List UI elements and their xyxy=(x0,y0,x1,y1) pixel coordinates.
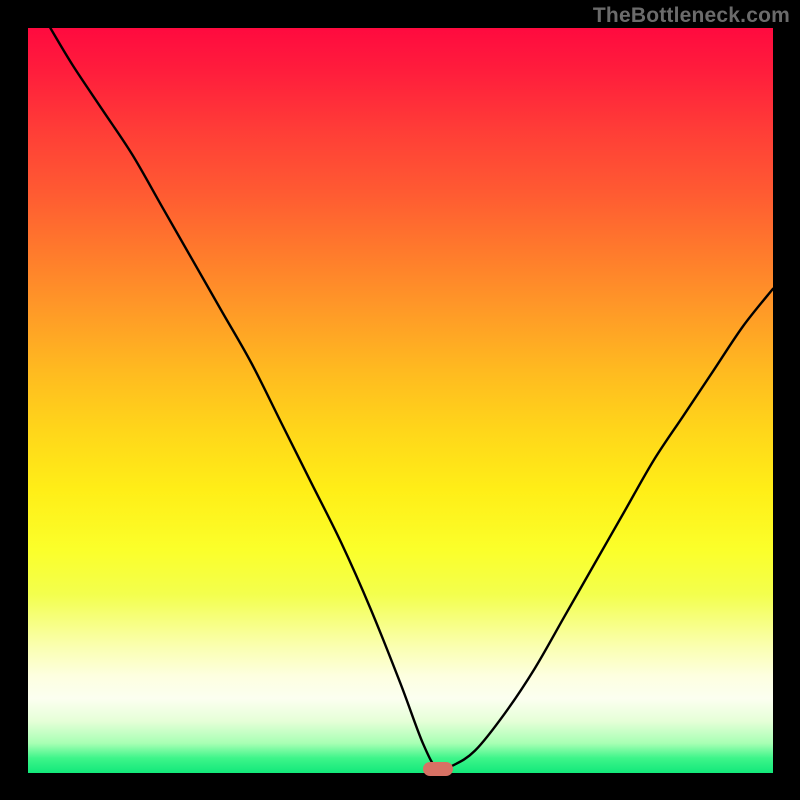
watermark-text: TheBottleneck.com xyxy=(593,4,790,28)
bottleneck-curve xyxy=(28,28,773,773)
optimal-point-marker xyxy=(423,762,453,776)
plot-area xyxy=(28,28,773,773)
chart-container: TheBottleneck.com xyxy=(0,0,800,800)
